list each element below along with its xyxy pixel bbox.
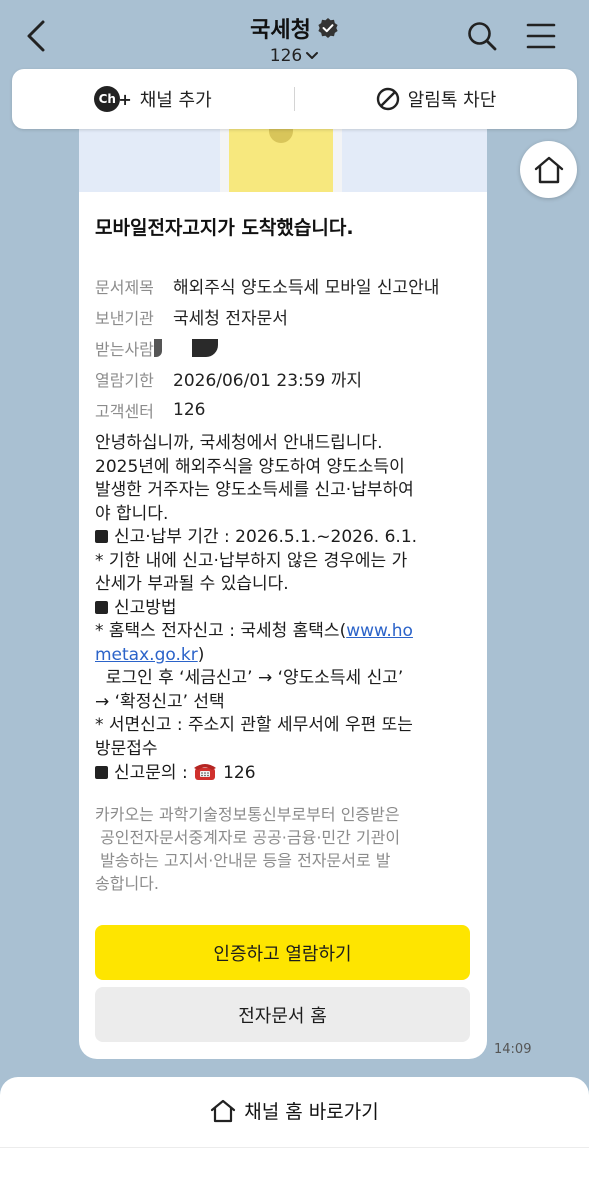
info-label: 열람기한 <box>95 370 154 390</box>
notice-line: 발송하는 고지서·안내문 등을 전자문서로 발 <box>95 851 391 870</box>
body-line: 2025년에 해외주식을 양도하여 양도소득이 <box>95 456 405 477</box>
chevron-down-icon <box>306 52 319 59</box>
channel-add-icon: Ch + <box>94 86 132 112</box>
notice-line: 공인전자문서중계자로 공공·금융·민간 기관이 <box>95 828 401 847</box>
bottom-sheet: 채널 홈 바로가기 <box>0 1077 589 1199</box>
verify-and-view-button[interactable]: 인증하고 열람하기 <box>95 925 470 980</box>
square-bullet-icon <box>95 766 108 779</box>
body-line: → ‘확정신고’ 선택 <box>95 691 225 712</box>
redacted-mark <box>191 338 218 357</box>
message-title: 모바일전자고지가 도착했습니다. <box>95 217 354 239</box>
channel-title: 국세청 <box>250 18 311 43</box>
home-icon <box>211 1099 236 1122</box>
message-banner-image <box>79 129 487 192</box>
info-label: 고객센터 <box>95 401 154 421</box>
hometax-link-cont[interactable]: metax.go.kr <box>95 645 198 665</box>
document-info: 문서제목 해외주식 양도소득세 모바일 신고안내 보낸기관 국세청 전자문서 받… <box>95 270 475 425</box>
phone-icon <box>194 764 217 780</box>
info-row-recipient: 받는사람 <box>95 332 475 363</box>
body-line: metax.go.kr) <box>95 644 205 665</box>
info-row-doc-title: 문서제목 해외주식 양도소득세 모바일 신고안내 <box>95 270 475 301</box>
search-button[interactable] <box>466 20 498 52</box>
e-document-home-button[interactable]: 전자문서 홈 <box>95 987 470 1042</box>
notice-line: 송합니다. <box>95 874 159 893</box>
search-icon <box>468 22 497 51</box>
body-line: 신고·납부 기간 : 2026.5.1.~2026. 6.1. <box>95 526 479 550</box>
body-line: 발생한 거주자는 양도소득세를 신고·납부하여 <box>95 480 414 500</box>
kakao-notice: 카카오는 과학기술정보통신부로부터 인증받은 공인전자문서중계자로 공공·금융·… <box>95 803 479 895</box>
block-icon <box>376 87 399 111</box>
home-icon <box>534 156 563 183</box>
channel-title-block[interactable]: 국세청 126 <box>0 12 589 66</box>
body-line: 신고문의 : 126 <box>95 761 479 786</box>
body-line: * 홈택스 전자신고 : 국세청 홈택스(www.ho <box>95 621 413 641</box>
body-line: 방문접수 <box>95 738 158 759</box>
top-header: 국세청 126 <box>0 0 589 70</box>
square-bullet-icon <box>95 530 108 543</box>
info-label: 받는사람 <box>95 339 154 359</box>
add-channel-label: 채널 추가 <box>139 90 212 111</box>
body-line: 로그인 후 ‘세금신고’ → ‘양도소득세 신고’ <box>95 668 404 688</box>
hometax-link[interactable]: www.ho <box>346 621 413 641</box>
channel-home-label: 채널 홈 바로가기 <box>244 1101 379 1123</box>
menu-icon <box>526 23 556 49</box>
block-label: 알림톡 차단 <box>407 90 497 111</box>
notice-line: 카카오는 과학기술정보통신부로부터 인증받은 <box>95 805 400 824</box>
square-bullet-icon <box>95 600 108 614</box>
info-value: 국세청 전자문서 <box>173 309 288 329</box>
channel-action-bar: Ch + 채널 추가 알림톡 차단 <box>12 69 577 129</box>
info-label: 문서제목 <box>95 277 154 297</box>
add-channel-button[interactable]: Ch + 채널 추가 <box>12 69 294 129</box>
info-value: 해외주식 양도소득세 모바일 신고안내 <box>173 278 440 298</box>
message-timestamp: 14:09 <box>494 1042 532 1057</box>
subscriber-count: 126 <box>269 46 303 66</box>
message-body: 안녕하십니까, 국세청에서 안내드립니다. 2025년에 해외주식을 양도하여 … <box>95 432 479 786</box>
channel-home-shortcut[interactable]: 채널 홈 바로가기 <box>0 1097 589 1124</box>
channel-home-float-button[interactable] <box>520 141 577 198</box>
verified-badge-icon <box>317 17 339 39</box>
divider <box>0 1147 589 1148</box>
body-line: * 서면신고 : 주소지 관할 세무서에 우편 또는 <box>95 715 413 735</box>
message-card: 모바일전자고지가 도착했습니다. 문서제목 해외주식 양도소득세 모바일 신고안… <box>79 129 487 1059</box>
info-row-support: 고객센터 126 <box>95 394 475 425</box>
block-notification-button[interactable]: 알림톡 차단 <box>295 69 577 129</box>
info-value: 2026/06/01 23:59 까지 <box>173 371 363 391</box>
body-line: * 기한 내에 신고·납부하지 않은 경우에는 가 <box>95 550 408 571</box>
info-value: 126 <box>173 399 206 420</box>
menu-button[interactable] <box>526 20 556 52</box>
redacted-mark <box>153 338 162 357</box>
body-line: 안녕하십니까, 국세청에서 안내드립니다. <box>95 433 383 453</box>
body-line: 신고방법 <box>95 597 479 621</box>
info-label: 보낸기관 <box>95 308 154 328</box>
body-line: 산세가 부과될 수 있습니다. <box>95 574 289 594</box>
body-line: 야 합니다. <box>95 503 169 524</box>
info-row-sender: 보낸기관 국세청 전자문서 <box>95 301 475 332</box>
info-row-deadline: 열람기한 2026/06/01 23:59 까지 <box>95 363 475 394</box>
